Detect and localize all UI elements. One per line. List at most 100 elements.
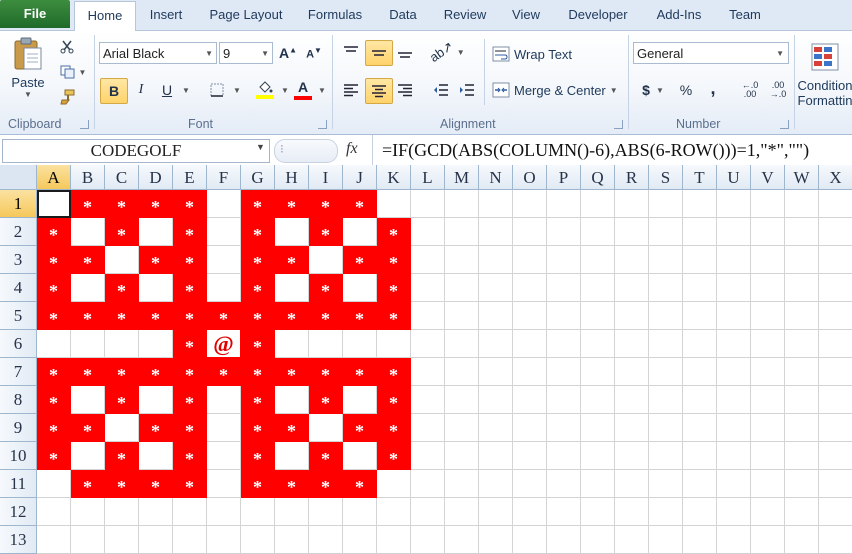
orientation-button[interactable]: ab↗ ▼ xyxy=(427,38,465,65)
cell-x5[interactable] xyxy=(819,302,852,330)
cell-c8[interactable]: * xyxy=(105,386,139,414)
cell-e5[interactable]: * xyxy=(173,302,207,330)
cell-t11[interactable] xyxy=(683,470,717,498)
cell-u13[interactable] xyxy=(717,526,751,554)
cell-l13[interactable] xyxy=(411,526,445,554)
cell-j6[interactable] xyxy=(343,330,377,358)
cell-x9[interactable] xyxy=(819,414,852,442)
cell-e13[interactable] xyxy=(173,526,207,554)
cell-j11[interactable]: * xyxy=(343,470,377,498)
tab-home[interactable]: Home xyxy=(74,1,136,32)
chevron-down-icon[interactable]: ▼ xyxy=(182,86,190,95)
cell-d2[interactable] xyxy=(139,218,173,246)
cell-d4[interactable] xyxy=(139,274,173,302)
grow-font-button[interactable]: A▲ xyxy=(278,43,298,63)
clipboard-launcher-icon[interactable] xyxy=(80,120,89,129)
cell-t12[interactable] xyxy=(683,498,717,526)
cell-o1[interactable] xyxy=(513,190,547,218)
conditional-formatting-button[interactable]: Condition Formattin xyxy=(798,37,852,113)
cell-h4[interactable] xyxy=(275,274,309,302)
cell-l11[interactable] xyxy=(411,470,445,498)
cell-q7[interactable] xyxy=(581,358,615,386)
cell-a8[interactable]: * xyxy=(37,386,71,414)
cell-x2[interactable] xyxy=(819,218,852,246)
cut-button[interactable] xyxy=(56,37,78,57)
align-left-button[interactable] xyxy=(339,79,363,101)
cell-l9[interactable] xyxy=(411,414,445,442)
cell-v8[interactable] xyxy=(751,386,785,414)
cell-q9[interactable] xyxy=(581,414,615,442)
cell-p4[interactable] xyxy=(547,274,581,302)
cell-r6[interactable] xyxy=(615,330,649,358)
cell-w8[interactable] xyxy=(785,386,819,414)
number-launcher-icon[interactable] xyxy=(780,120,789,129)
align-center-button[interactable] xyxy=(365,78,393,104)
cell-w2[interactable] xyxy=(785,218,819,246)
cell-s9[interactable] xyxy=(649,414,683,442)
cell-t4[interactable] xyxy=(683,274,717,302)
underline-button[interactable]: U xyxy=(157,78,177,102)
cell-e3[interactable]: * xyxy=(173,246,207,274)
cell-j2[interactable] xyxy=(343,218,377,246)
cell-x1[interactable] xyxy=(819,190,852,218)
cell-o8[interactable] xyxy=(513,386,547,414)
cell-f6[interactable]: @ xyxy=(207,330,241,358)
cell-p13[interactable] xyxy=(547,526,581,554)
cell-l5[interactable] xyxy=(411,302,445,330)
tab-file[interactable]: File xyxy=(0,0,70,28)
row-header-5[interactable]: 5 xyxy=(0,302,37,330)
cell-j12[interactable] xyxy=(343,498,377,526)
cell-e9[interactable]: * xyxy=(173,414,207,442)
cell-p3[interactable] xyxy=(547,246,581,274)
cell-w1[interactable] xyxy=(785,190,819,218)
cell-b2[interactable] xyxy=(71,218,105,246)
cell-l1[interactable] xyxy=(411,190,445,218)
cell-r12[interactable] xyxy=(615,498,649,526)
cell-k1[interactable] xyxy=(377,190,411,218)
cell-t13[interactable] xyxy=(683,526,717,554)
shrink-font-button[interactable]: A▼ xyxy=(304,43,324,63)
cell-s1[interactable] xyxy=(649,190,683,218)
cell-k10[interactable]: * xyxy=(377,442,411,470)
cell-o6[interactable] xyxy=(513,330,547,358)
cell-a6[interactable] xyxy=(37,330,71,358)
cell-s4[interactable] xyxy=(649,274,683,302)
cell-v3[interactable] xyxy=(751,246,785,274)
cell-s8[interactable] xyxy=(649,386,683,414)
cell-n6[interactable] xyxy=(479,330,513,358)
cell-t6[interactable] xyxy=(683,330,717,358)
font-size-select[interactable]: 9 ▼ xyxy=(219,42,273,64)
cell-l3[interactable] xyxy=(411,246,445,274)
cell-s11[interactable] xyxy=(649,470,683,498)
column-header-i[interactable]: I xyxy=(309,165,343,190)
cell-e10[interactable]: * xyxy=(173,442,207,470)
cell-g4[interactable]: * xyxy=(241,274,275,302)
cell-c5[interactable]: * xyxy=(105,302,139,330)
cell-x4[interactable] xyxy=(819,274,852,302)
cell-u6[interactable] xyxy=(717,330,751,358)
cell-b1[interactable]: * xyxy=(71,190,105,218)
cell-k3[interactable]: * xyxy=(377,246,411,274)
column-header-u[interactable]: U xyxy=(717,165,751,190)
borders-button[interactable] xyxy=(204,78,230,102)
cell-j1[interactable]: * xyxy=(343,190,377,218)
cell-k6[interactable] xyxy=(377,330,411,358)
cell-i9[interactable] xyxy=(309,414,343,442)
cell-j7[interactable]: * xyxy=(343,358,377,386)
cell-w5[interactable] xyxy=(785,302,819,330)
cell-e12[interactable] xyxy=(173,498,207,526)
cell-s10[interactable] xyxy=(649,442,683,470)
cell-o5[interactable] xyxy=(513,302,547,330)
cell-x10[interactable] xyxy=(819,442,852,470)
cell-n12[interactable] xyxy=(479,498,513,526)
cell-c1[interactable]: * xyxy=(105,190,139,218)
cell-k4[interactable]: * xyxy=(377,274,411,302)
cell-n8[interactable] xyxy=(479,386,513,414)
cell-w3[interactable] xyxy=(785,246,819,274)
cell-p7[interactable] xyxy=(547,358,581,386)
cell-b3[interactable]: * xyxy=(71,246,105,274)
column-header-v[interactable]: V xyxy=(751,165,785,190)
cell-k11[interactable] xyxy=(377,470,411,498)
cell-h7[interactable]: * xyxy=(275,358,309,386)
cell-t10[interactable] xyxy=(683,442,717,470)
